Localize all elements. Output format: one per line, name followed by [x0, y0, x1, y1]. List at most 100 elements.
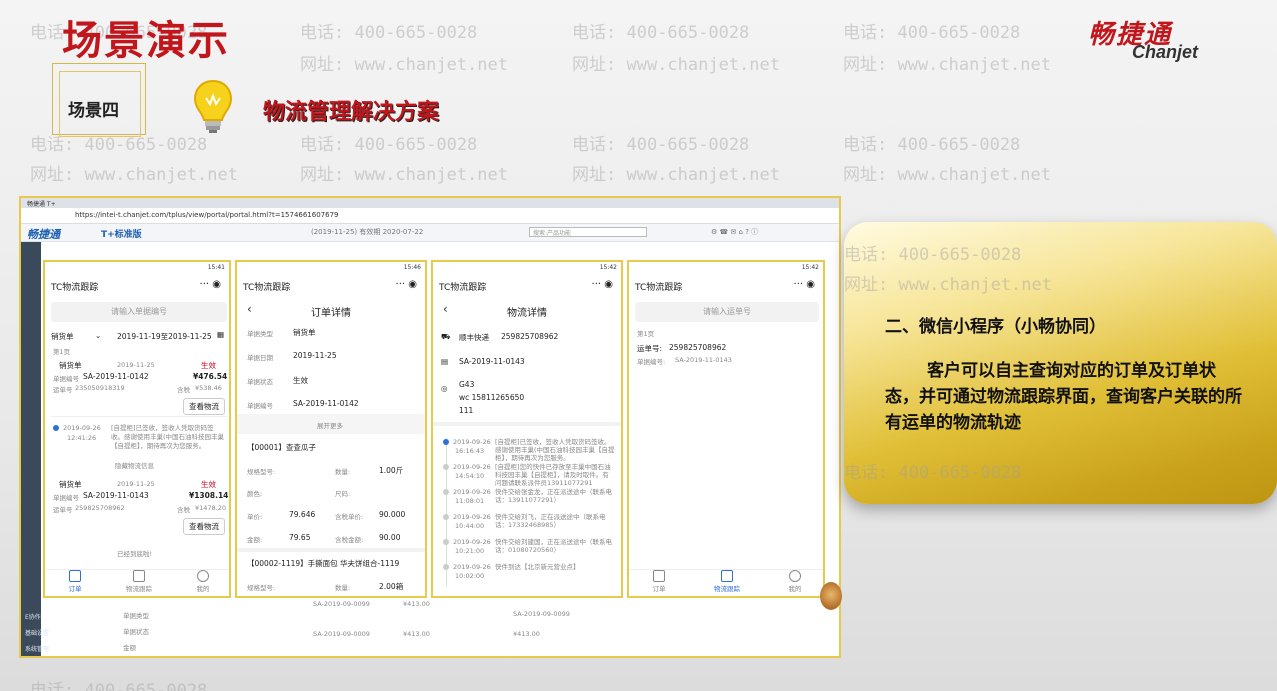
end-of-list: 已经到底啦!	[117, 550, 153, 558]
item-label: 数量:	[335, 468, 351, 476]
app-sidebar	[21, 242, 41, 656]
item-tax-price: 90.000	[379, 510, 406, 519]
truck-icon: ⛟	[441, 332, 451, 341]
track-time: 11:08:01	[455, 497, 485, 505]
truck-icon	[133, 570, 145, 582]
watermark-text: 电话: 400-665-0028	[572, 23, 750, 43]
tab-mine[interactable]: 我的	[775, 570, 815, 593]
order-no: SA-2019-11-0143	[459, 357, 525, 366]
track-text: [自提柜]已签收，签收人凭取货码签收。感谢使用丰巢(中国石油科技园丰巢【自提柜】…	[495, 438, 615, 462]
callout-panel: 电话: 400-665-0028 网址: www.chanjet.net 电话:…	[844, 222, 1277, 504]
tax-label: 含税	[177, 506, 190, 514]
user-icon	[789, 570, 801, 582]
track-time: 10:21:00	[455, 547, 485, 555]
watermark-text: 网址: www.chanjet.net	[843, 165, 1051, 185]
header-info: (2019-11-25) 有效期 2020-07-22	[311, 228, 424, 236]
expand-more-link[interactable]: 展开更多	[317, 420, 343, 430]
url-text: https://intei-t.chanjet.com/tplus/view/p…	[75, 211, 339, 219]
sidebar-item[interactable]: 基础设置	[25, 628, 95, 637]
tax-amount: ¥1478.20	[195, 504, 227, 512]
item-qty: 1.00斤	[379, 466, 404, 475]
watermark-text: 电话: 400-665-0028	[300, 135, 478, 155]
callout-title: 二、微信小程序（小畅协同）	[885, 317, 1106, 337]
watermark-text: 电话: 400-665-0028	[844, 245, 1022, 265]
watermark-text: 电话: 400-665-0028	[300, 23, 478, 43]
more-icon[interactable]: ··· ◉	[592, 279, 613, 290]
watermark-text: 网址: www.chanjet.net	[844, 275, 1052, 295]
background-table: 单据类型 单据状态 金额 SA-2019-09-0099 ¥413.00 SA-…	[93, 596, 833, 656]
watermark-text: 网址: www.chanjet.net	[300, 165, 508, 185]
phone-order-list: 15:41 TC物流跟踪 ··· ◉ 请输入单据编号 销货单 ⌄ 2019-11…	[43, 260, 231, 598]
row-no: SA-2019-09-0099	[513, 610, 570, 618]
expand-bar[interactable]: 展开更多	[237, 414, 425, 434]
contact-name: G43	[459, 380, 475, 389]
item-label: 规格型号:	[247, 468, 276, 476]
field-label: 单据类型	[247, 330, 273, 338]
more-icon[interactable]: ··· ◉	[396, 279, 417, 290]
nav-title: 物流详情	[507, 308, 547, 319]
app-search-input[interactable]: 搜索:产品功能	[529, 227, 647, 237]
code-label: 运单号	[53, 506, 73, 514]
more-icon[interactable]: ··· ◉	[200, 279, 221, 290]
toolbar-icons[interactable]: ⚙ ☎ ✉ ⌂ ? ⓘ	[711, 227, 758, 237]
status-time: 15:41	[207, 264, 225, 271]
date-range[interactable]: 2019-11-19至2019-11-25	[117, 331, 212, 342]
timeline-dot	[53, 425, 59, 431]
order-type: 销货单	[59, 361, 82, 370]
track-time: 16:16:43	[455, 447, 485, 455]
order-date: 2019-11-25	[117, 480, 155, 488]
bottom-tabbar: 订单 物流跟踪 我的	[45, 569, 229, 596]
slide: 电话: 400-665-0028 电话: 400-665-0028 电话: 40…	[0, 0, 1277, 691]
item-label: 含税单价:	[335, 513, 364, 521]
mascot-icon	[820, 582, 842, 610]
browser-address-bar[interactable]: https://intei-t.chanjet.com/tplus/view/p…	[21, 209, 839, 224]
track-time: 10:44:00	[455, 522, 485, 530]
order-type: 销货单	[59, 480, 82, 489]
tab-orders[interactable]: 订单	[639, 570, 679, 593]
calendar-icon[interactable]: ▦	[217, 330, 224, 339]
tab-orders[interactable]: 订单	[55, 570, 95, 593]
waybill-search-input[interactable]: 请输入运单号	[635, 302, 819, 322]
document-icon: ▤	[441, 357, 449, 366]
item-label: 金额:	[247, 536, 263, 544]
tab-logistics[interactable]: 物流跟踪	[119, 570, 159, 593]
item-qty: 2.00箱	[379, 582, 404, 591]
waybill-number: 259825708962	[669, 343, 727, 352]
screenshot-frame: 畅捷通 T+ https://intei-t.chanjet.com/tplus…	[19, 196, 841, 658]
sidebar-item[interactable]: 系统管理	[25, 644, 95, 653]
tab-mine[interactable]: 我的	[183, 570, 223, 593]
sidebar-item[interactable]: E协作	[25, 612, 95, 621]
view-logistics-button[interactable]: 查看物流	[183, 398, 225, 415]
app-brand: 畅捷通	[27, 228, 60, 241]
order-amount: ¥1308.14	[189, 491, 229, 500]
track-text: [自提柜]您的快件已存放至丰巢中国石油科技园丰巢【自提柜】，请及时取件。有问题请…	[495, 463, 611, 487]
watermark-text: 网址: www.chanjet.net	[843, 55, 1051, 75]
order-search-input[interactable]: 请输入单据编号	[51, 302, 227, 322]
view-logistics-button[interactable]: 查看物流	[183, 518, 225, 535]
phone-title: TC物流跟踪	[51, 283, 99, 293]
order-icon	[69, 570, 81, 582]
track-date: 2019-09-26	[453, 463, 491, 471]
waybill-label: 运单号:	[637, 344, 663, 353]
row-no: SA-2019-09-0009	[313, 630, 370, 638]
watermark-text: 网址: www.chanjet.net	[30, 165, 238, 185]
user-icon	[197, 570, 209, 582]
hide-logistics-link[interactable]: 隐藏物流信息	[115, 460, 154, 470]
tab-logistics[interactable]: 物流跟踪	[707, 570, 747, 593]
more-icon[interactable]: ··· ◉	[794, 279, 815, 290]
item-label: 颜色:	[247, 490, 263, 498]
track-time: 12:41:26	[67, 434, 97, 442]
watermark-text: 电话: 400-665-0028	[30, 681, 208, 691]
timeline-dot	[443, 489, 449, 495]
waybill-code: 259825708962	[75, 504, 125, 512]
order-no: SA-2019-11-0142	[83, 372, 149, 381]
divider	[237, 548, 425, 552]
field-value: 销货单	[293, 328, 316, 337]
browser-tab[interactable]: 畅捷通 T+	[27, 199, 56, 208]
status-badge: 生效	[201, 480, 216, 489]
order-label: 单据编号:	[637, 358, 666, 366]
field-value: 2019-11-25	[293, 351, 337, 360]
filter-type[interactable]: 销货单	[51, 331, 74, 342]
order-date: 2019-11-25	[117, 361, 155, 369]
chevron-down-icon[interactable]: ⌄	[95, 331, 101, 340]
